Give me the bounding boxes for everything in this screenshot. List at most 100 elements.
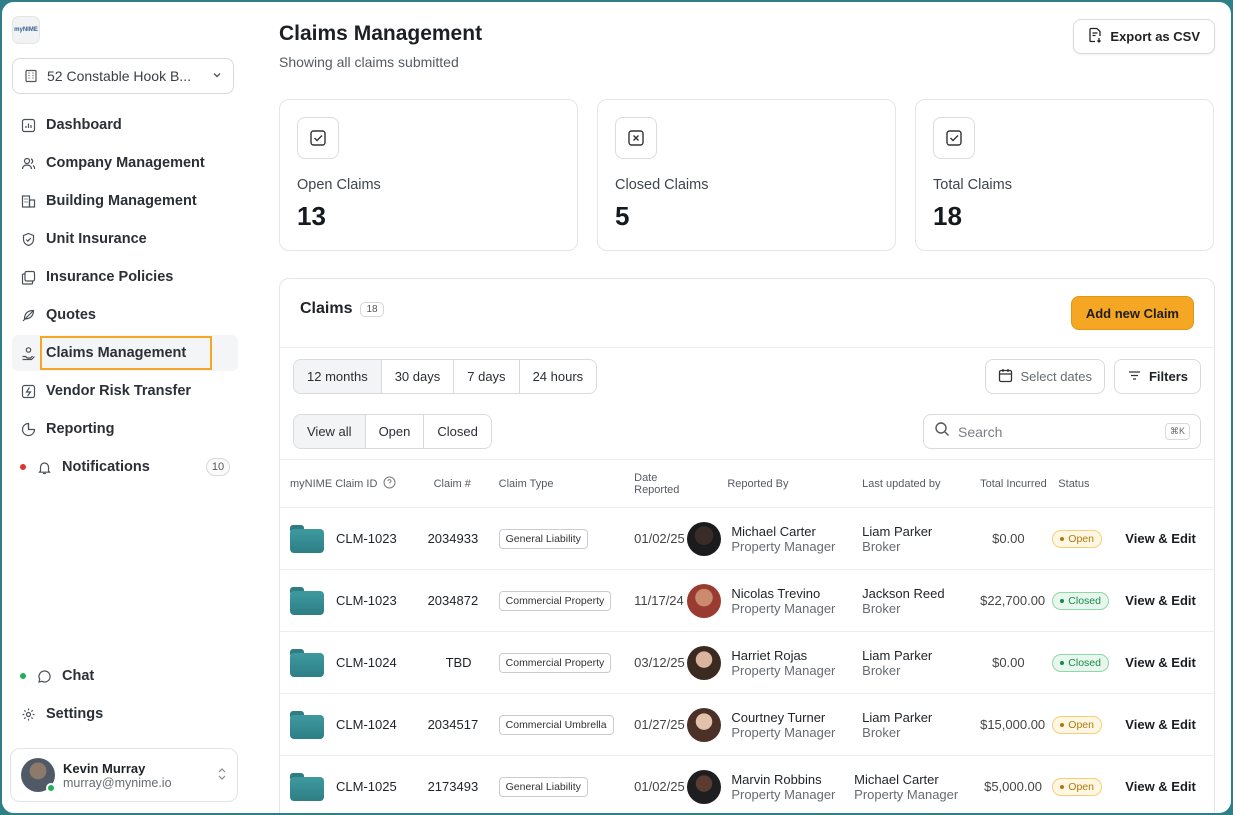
tab-7-days[interactable]: 7 days <box>454 360 520 393</box>
search-shortcut: ⌘K <box>1164 423 1190 440</box>
app-logo[interactable]: myNIME <box>12 16 40 44</box>
user-card[interactable]: Kevin Murray murray@mynime.io <box>10 748 238 802</box>
reporter-name: Michael Carter <box>731 523 816 539</box>
chevron-up-down-icon[interactable] <box>217 767 227 784</box>
select-dates-label: Select dates <box>1020 369 1092 384</box>
calendar-icon <box>998 368 1013 386</box>
status-badge: Closed <box>1052 654 1109 672</box>
sidebar-item-chat[interactable]: Chat <box>12 658 238 694</box>
sidebar-item-unit-insurance[interactable]: Unit Insurance <box>12 221 238 257</box>
sidebar: myNIME 52 Constable Hook B... Dashboard … <box>2 2 252 813</box>
status-label: Closed <box>1068 595 1101 607</box>
reporter-name: Harriet Rojas <box>731 647 808 663</box>
sidebar-item-insurance-policies[interactable]: Insurance Policies <box>12 259 238 295</box>
date-reported: 11/17/24 <box>624 569 688 632</box>
table-row[interactable]: CLM-1023 2034872 Commercial Property 11/… <box>280 569 1214 632</box>
stats-row: Open Claims 13 Closed Claims 5 Total Cla… <box>279 99 1215 251</box>
col-claim-number[interactable]: Claim # <box>415 459 491 508</box>
view-edit-link[interactable]: View & Edit <box>1125 755 1214 813</box>
sidebar-item-building-management[interactable]: Building Management <box>12 183 238 219</box>
view-edit-link[interactable]: View & Edit <box>1125 507 1214 570</box>
avatar <box>687 521 722 556</box>
sidebar-item-label: Notifications <box>62 459 150 475</box>
col-date-reported[interactable]: Date Reported <box>624 459 688 508</box>
select-dates-button[interactable]: Select dates <box>985 359 1105 394</box>
folder-icon <box>290 710 324 739</box>
sidebar-item-dashboard[interactable]: Dashboard <box>12 107 238 143</box>
notification-dot <box>20 464 26 470</box>
help-icon[interactable] <box>383 476 396 492</box>
filters-button[interactable]: Filters <box>1113 359 1201 394</box>
claim-number: 2034517 <box>415 693 491 756</box>
folder-icon <box>290 772 324 801</box>
sidebar-item-settings[interactable]: Settings <box>12 696 238 732</box>
table-row[interactable]: CLM-1023 2034933 General Liability 01/02… <box>280 507 1214 570</box>
reporter-name: Nicolas Trevino <box>731 585 821 601</box>
online-dot <box>20 673 26 679</box>
col-status[interactable]: Status <box>1052 459 1126 508</box>
stat-label: Closed Claims <box>615 177 709 193</box>
reporter-role: Property Manager <box>731 786 836 802</box>
policies-icon <box>20 269 36 285</box>
tab-30-days[interactable]: 30 days <box>381 360 455 393</box>
sidebar-item-claims-management[interactable]: Claims Management <box>12 335 238 371</box>
updater-role: Broker <box>862 724 901 740</box>
col-last-updated-by[interactable]: Last updated by <box>854 459 975 508</box>
sidebar-item-label: Dashboard <box>46 117 122 133</box>
tab-12-months[interactable]: 12 months <box>294 360 382 393</box>
claims-panel: Claims 18 Add new Claim 12 months 30 day… <box>279 278 1215 813</box>
table-row[interactable]: CLM-1024 2034517 Commercial Umbrella 01/… <box>280 693 1214 756</box>
search-input[interactable] <box>958 423 1157 440</box>
sidebar-item-company-management[interactable]: Company Management <box>12 145 238 181</box>
tab-closed[interactable]: Closed <box>424 415 491 448</box>
tab-24-hours[interactable]: 24 hours <box>519 360 597 393</box>
reporter-role: Property Manager <box>731 600 836 616</box>
file-export-icon <box>1088 27 1102 46</box>
col-claim-id[interactable]: myNIME Claim ID <box>280 459 416 508</box>
last-updated-by: Jackson Reed Broker <box>854 569 975 632</box>
view-edit-link[interactable]: View & Edit <box>1125 693 1214 756</box>
claim-number: 2034933 <box>415 507 491 570</box>
col-claim-type[interactable]: Claim Type <box>490 459 625 508</box>
col-label: myNIME Claim ID <box>290 477 378 490</box>
avatar <box>687 583 722 618</box>
sidebar-item-notifications[interactable]: Notifications 10 <box>12 449 238 485</box>
date-reported: 03/12/25 <box>624 631 688 694</box>
x-square-icon <box>615 117 657 159</box>
updater-role: Broker <box>862 538 901 554</box>
view-edit-link[interactable]: View & Edit <box>1125 631 1214 694</box>
building-select-value: 52 Constable Hook B... <box>47 68 191 84</box>
tab-open[interactable]: Open <box>365 415 425 448</box>
col-total-incurred[interactable]: Total Incurred <box>974 459 1053 508</box>
claim-id-cell: CLM-1025 <box>280 772 416 801</box>
export-csv-button[interactable]: Export as CSV <box>1073 19 1215 54</box>
table-row[interactable]: CLM-1025 2173493 General Liability 01/02… <box>280 755 1214 813</box>
tab-view-all[interactable]: View all <box>294 415 366 448</box>
updater-role: Broker <box>862 600 901 616</box>
add-new-claim-button[interactable]: Add new Claim <box>1070 296 1194 330</box>
check-square-icon <box>933 117 975 159</box>
claim-type-tag: General Liability <box>498 776 588 797</box>
sidebar-item-vendor-risk-transfer[interactable]: Vendor Risk Transfer <box>12 373 238 409</box>
sidebar-item-reporting[interactable]: Reporting <box>12 411 238 447</box>
reported-by: Harriet Rojas Property Manager <box>687 645 854 680</box>
sidebar-item-label: Quotes <box>46 307 96 323</box>
status-view-tabs: View all Open Closed <box>293 414 492 449</box>
sidebar-item-label: Building Management <box>46 193 197 209</box>
sidebar-item-quotes[interactable]: Quotes <box>12 297 238 333</box>
view-edit-link[interactable]: View & Edit <box>1125 569 1214 632</box>
table-header-row: myNIME Claim ID Claim # Claim Type Date … <box>280 459 1214 508</box>
col-reported-by[interactable]: Reported By <box>687 459 855 508</box>
building-select[interactable]: 52 Constable Hook B... <box>12 58 234 94</box>
page-subtitle: Showing all claims submitted <box>279 54 459 70</box>
updater-name: Liam Parker <box>862 709 933 725</box>
sidebar-item-label: Claims Management <box>39 336 213 370</box>
sidebar-item-label: Company Management <box>46 155 205 171</box>
table-row[interactable]: CLM-1024 TBD Commercial Property 03/12/2… <box>280 631 1214 694</box>
claims-icon <box>20 345 36 361</box>
quote-icon <box>20 307 36 323</box>
users-icon <box>20 155 36 171</box>
stat-value: 13 <box>297 201 326 231</box>
pie-chart-icon <box>20 421 36 437</box>
reported-by: Marvin Robbins Property Manager <box>687 769 854 804</box>
